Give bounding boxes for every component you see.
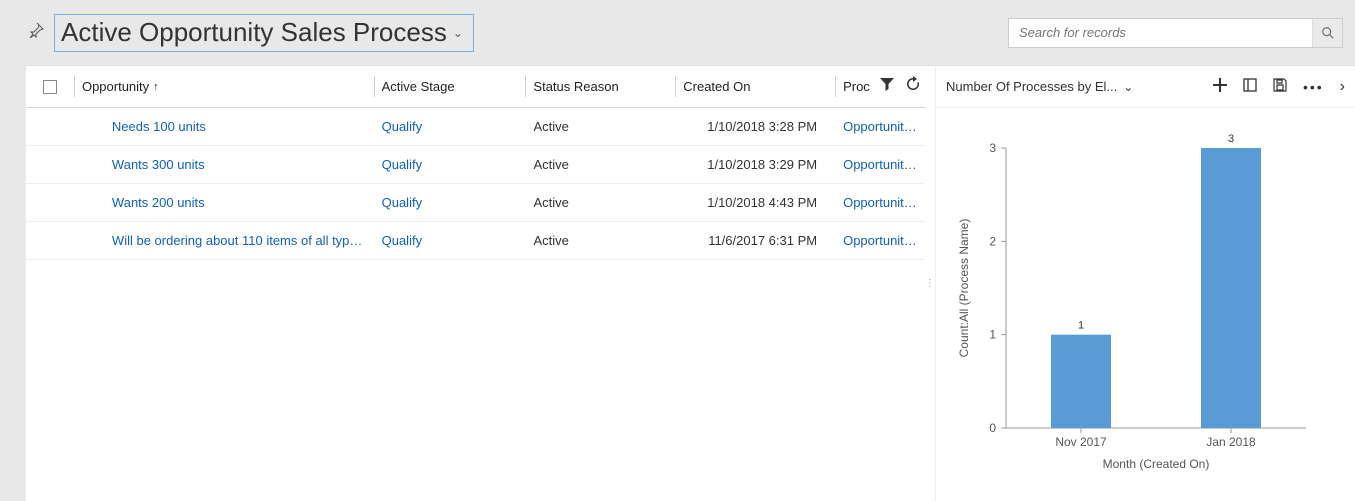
chart-header: Number Of Processes by El... ⌄ ••• › xyxy=(936,66,1355,108)
column-label: Opportunity xyxy=(82,79,149,94)
grid-header-tools xyxy=(879,76,921,97)
svg-text:2: 2 xyxy=(989,234,996,248)
svg-text:1: 1 xyxy=(1078,320,1084,332)
save-icon[interactable] xyxy=(1273,78,1287,95)
chart-selector[interactable]: Number Of Processes by El... ⌄ xyxy=(946,79,1133,94)
active-stage-link[interactable]: Qualify xyxy=(374,233,526,248)
table-row[interactable]: Needs 100 units Qualify Active 1/10/2018… xyxy=(26,108,925,146)
splitter-handle[interactable]: ⋮ xyxy=(925,65,935,501)
created-on-cell: 1/10/2018 3:29 PM xyxy=(675,157,835,172)
column-label: Proc xyxy=(843,79,870,94)
collapse-chart-icon[interactable]: › xyxy=(1340,78,1345,96)
column-header-opportunity[interactable]: Opportunity ↑ xyxy=(74,66,374,107)
select-all-column xyxy=(26,66,74,107)
created-on-cell: 11/6/2017 6:31 PM xyxy=(675,233,835,248)
grid-panel: Opportunity↑ Active Stage Status Reason … xyxy=(26,65,925,501)
status-cell: Active xyxy=(525,195,675,210)
table-row[interactable]: Wants 200 units Qualify Active 1/10/2018… xyxy=(26,184,925,222)
svg-text:Count:All (Process Name): Count:All (Process Name) xyxy=(957,219,971,358)
svg-text:0: 0 xyxy=(989,421,996,435)
opportunity-link[interactable]: Wants 200 units xyxy=(104,195,374,210)
status-cell: Active xyxy=(525,157,675,172)
process-link[interactable]: Opportunity Sa xyxy=(835,195,925,210)
pin-icon[interactable] xyxy=(28,22,44,43)
svg-text:Jan 2018: Jan 2018 xyxy=(1206,435,1256,449)
svg-text:3: 3 xyxy=(1228,133,1234,145)
select-all-checkbox[interactable] xyxy=(43,80,57,94)
table-row[interactable]: Will be ordering about 110 items of all … xyxy=(26,222,925,260)
search-input[interactable] xyxy=(1009,25,1312,40)
created-on-cell: 1/10/2018 3:28 PM xyxy=(675,119,835,134)
process-link[interactable]: Opportunity Sa xyxy=(835,119,925,134)
active-stage-link[interactable]: Qualify xyxy=(374,195,526,210)
status-cell: Active xyxy=(525,119,675,134)
grip-icon: ⋮ xyxy=(925,282,935,285)
svg-text:3: 3 xyxy=(989,141,996,155)
chart-tools: ••• › xyxy=(1213,78,1345,96)
add-chart-icon[interactable] xyxy=(1213,78,1227,95)
column-header-status-reason[interactable]: Status Reason xyxy=(525,66,675,107)
active-stage-link[interactable]: Qualify xyxy=(374,119,526,134)
search-button[interactable] xyxy=(1312,19,1342,47)
bar-chart[interactable]: 0 1 2 3 1 Nov 2017 3 Jan 2018 Month (Created On)… xyxy=(946,128,1346,488)
content-area: Opportunity↑ Active Stage Status Reason … xyxy=(0,65,1355,501)
column-label: Status Reason xyxy=(533,79,618,94)
chevron-down-icon: ⌄ xyxy=(453,26,463,40)
process-link[interactable]: Opportunity Sa xyxy=(835,233,925,248)
sort-ascending-icon: ↑ xyxy=(153,81,159,93)
status-cell: Active xyxy=(525,233,675,248)
chart-body: 0 1 2 3 1 Nov 2017 3 Jan 2018 Month (Created On)… xyxy=(936,108,1355,488)
opportunity-link[interactable]: Will be ordering about 110 items of all … xyxy=(104,233,374,248)
svg-text:Nov 2017: Nov 2017 xyxy=(1055,435,1107,449)
column-header-created-on[interactable]: Created On xyxy=(675,66,835,107)
process-link[interactable]: Opportunity Sa xyxy=(835,157,925,172)
more-icon[interactable]: ••• xyxy=(1303,79,1324,95)
top-bar: Active Opportunity Sales Process ⌄ xyxy=(0,0,1355,65)
filter-icon[interactable] xyxy=(879,76,895,97)
svg-text:Month (Created On): Month (Created On) xyxy=(1103,457,1210,471)
created-on-cell: 1/10/2018 4:43 PM xyxy=(675,195,835,210)
opportunity-link[interactable]: Needs 100 units xyxy=(104,119,374,134)
view-title: Active Opportunity Sales Process xyxy=(61,17,447,48)
search-icon xyxy=(1321,26,1335,40)
refresh-icon[interactable] xyxy=(905,76,921,97)
svg-text:1: 1 xyxy=(989,328,996,342)
chart-panel: Number Of Processes by El... ⌄ ••• › 0 1 2… xyxy=(935,65,1355,501)
chart-title-label: Number Of Processes by El... xyxy=(946,79,1117,94)
column-label: Created On xyxy=(683,79,750,94)
expand-icon[interactable] xyxy=(1243,78,1257,95)
column-label: Active Stage xyxy=(382,79,455,94)
view-selector[interactable]: Active Opportunity Sales Process ⌄ xyxy=(54,14,474,52)
column-header-active-stage[interactable]: Active Stage xyxy=(374,66,526,107)
grid-header: Opportunity↑ Active Stage Status Reason … xyxy=(26,66,925,108)
table-row[interactable]: Wants 300 units Qualify Active 1/10/2018… xyxy=(26,146,925,184)
search-box xyxy=(1008,18,1343,48)
active-stage-link[interactable]: Qualify xyxy=(374,157,526,172)
opportunity-link[interactable]: Wants 300 units xyxy=(104,157,374,172)
chevron-down-icon: ⌄ xyxy=(1123,80,1133,94)
